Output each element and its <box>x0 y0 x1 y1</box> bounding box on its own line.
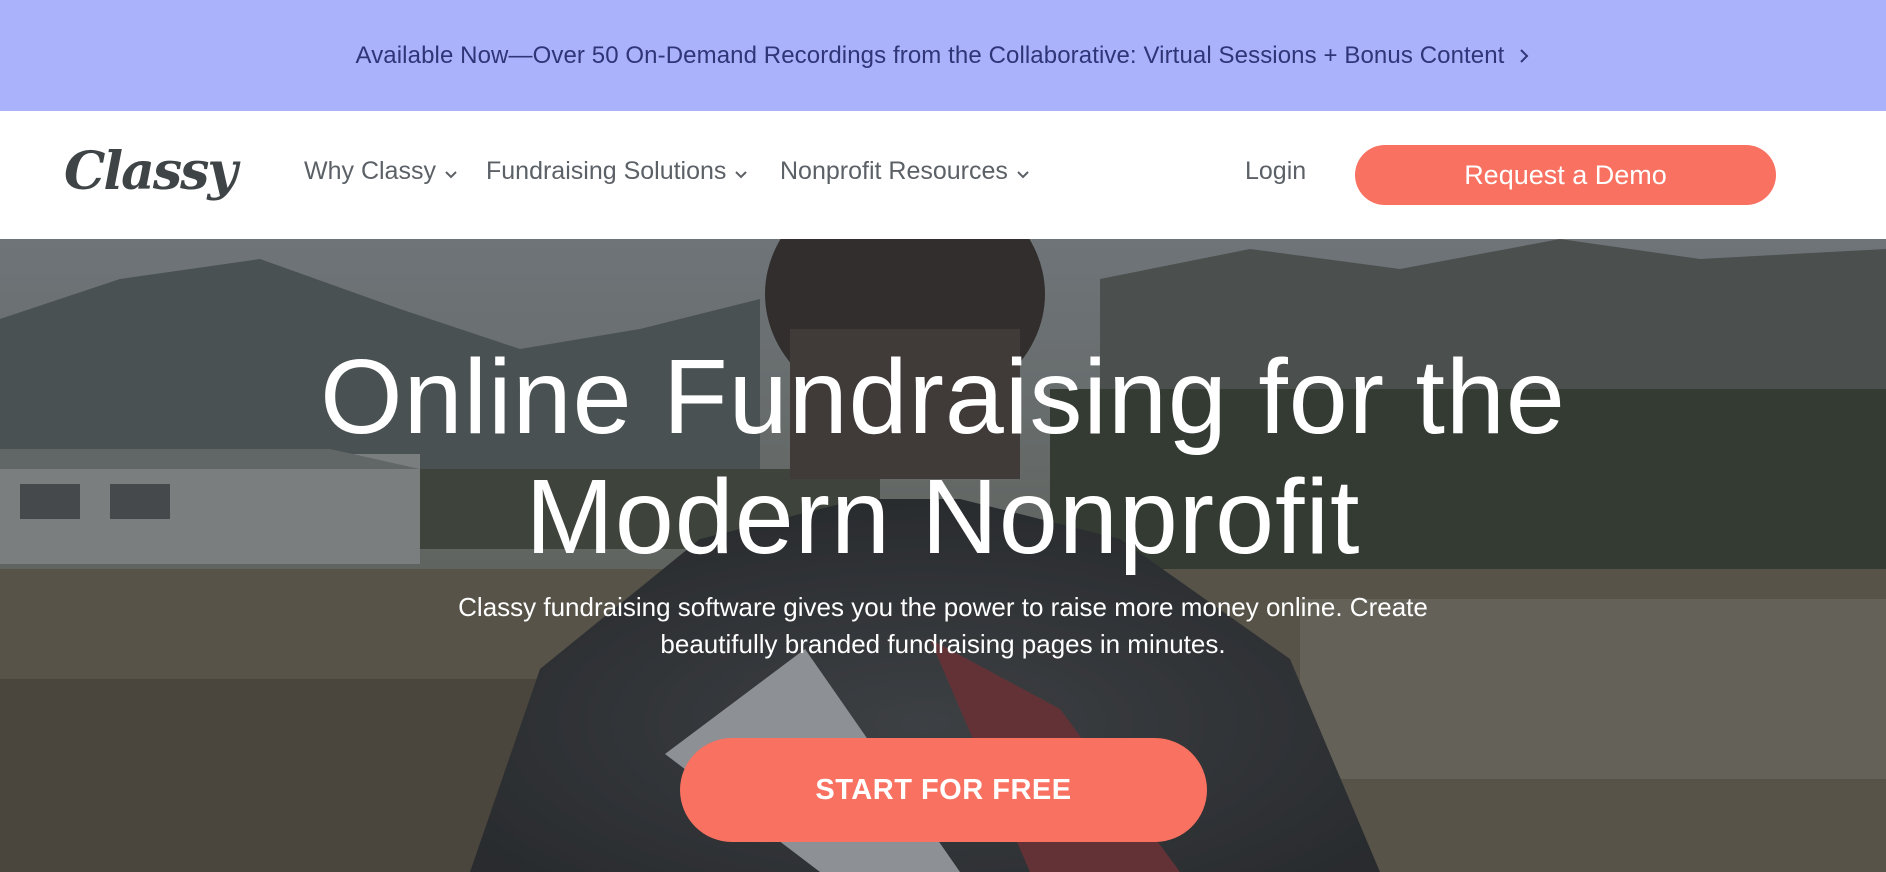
login-link[interactable]: Login <box>1245 157 1306 186</box>
nav-why-classy[interactable]: Why Classy <box>304 157 458 186</box>
chevron-down-icon <box>444 167 458 178</box>
nav-nonprofit-resources[interactable]: Nonprofit Resources <box>780 157 1030 186</box>
hero-title: Online Fundraising for the Modern Nonpro… <box>0 337 1886 577</box>
nav-item-label: Fundraising Solutions <box>486 157 727 185</box>
hero-section: Online Fundraising for the Modern Nonpro… <box>0 239 1886 872</box>
chevron-down-icon <box>1016 167 1030 178</box>
classy-logo[interactable]: Classy <box>64 141 238 202</box>
nav-item-label: Nonprofit Resources <box>780 157 1008 185</box>
hero-subtitle: Classy fundraising software gives you th… <box>458 592 1428 659</box>
announcement-text[interactable]: Available Now—Over 50 On-Demand Recordin… <box>356 42 1505 70</box>
nav-fundraising-solutions[interactable]: Fundraising Solutions <box>486 157 748 186</box>
chevron-right-icon <box>1518 46 1530 66</box>
chevron-down-icon <box>734 167 748 178</box>
site-header: Classy Why Classy Fundraising Solutions … <box>0 111 1886 239</box>
request-demo-button[interactable]: Request a Demo <box>1355 145 1776 205</box>
announcement-banner[interactable]: Available Now—Over 50 On-Demand Recordin… <box>0 0 1886 111</box>
start-for-free-button[interactable]: START FOR FREE <box>680 738 1207 842</box>
hero-title-line: Modern Nonprofit <box>525 458 1361 576</box>
nav-item-label: Why Classy <box>304 157 436 185</box>
hero-title-line: Online Fundraising for the <box>320 338 1566 456</box>
